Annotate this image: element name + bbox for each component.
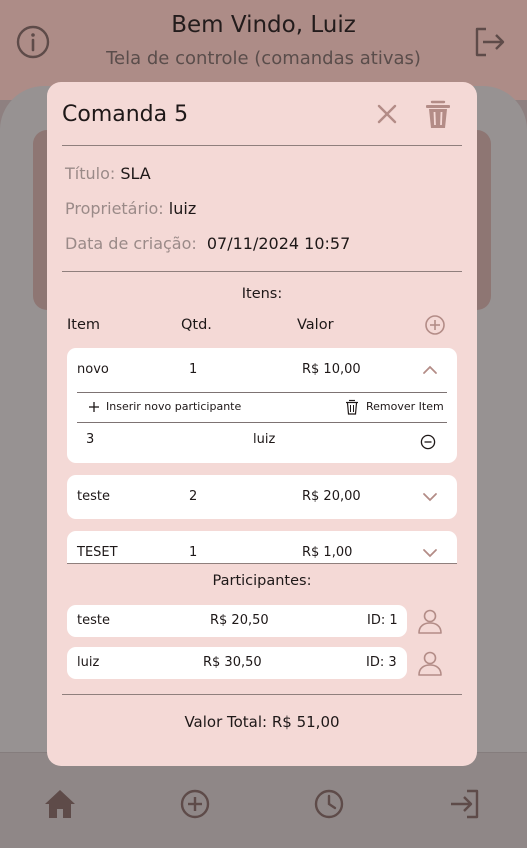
page-subtitle: Tela de controle (comandas ativas) xyxy=(106,48,421,69)
info-data-value: 07/11/2024 10:57 xyxy=(206,234,351,253)
login-icon[interactable] xyxy=(446,786,482,822)
minus-circle-icon[interactable] xyxy=(420,434,436,450)
info-proprietario-value: luiz xyxy=(168,199,197,218)
participant-id: ID: 1 xyxy=(367,613,398,628)
item-qtd: 2 xyxy=(189,489,198,504)
divider xyxy=(62,145,462,146)
participant-valor: R$ 20,50 xyxy=(210,613,269,628)
participant-name: teste xyxy=(77,613,110,628)
item-card[interactable]: teste 2 R$ 20,00 xyxy=(67,475,457,519)
participant-row: teste R$ 20,50 ID: 1 xyxy=(67,605,407,637)
home-icon[interactable] xyxy=(42,786,78,822)
history-icon[interactable] xyxy=(311,786,347,822)
chevron-up-icon[interactable] xyxy=(421,361,439,379)
info-data: Data de criação: 07/11/2024 10:57 xyxy=(65,234,350,253)
add-item-icon[interactable] xyxy=(424,314,446,336)
item-valor: R$ 10,00 xyxy=(302,362,361,377)
item-qtd: 1 xyxy=(189,545,198,560)
remove-item-button[interactable]: Remover Item xyxy=(366,400,444,413)
divider xyxy=(62,271,462,272)
item-name: TESET xyxy=(77,545,118,560)
total-value: Valor Total: R$ 51,00 xyxy=(184,713,340,731)
item-qtd: 1 xyxy=(189,362,198,377)
info-data-label: Data de criação: xyxy=(65,234,197,253)
divider xyxy=(62,694,462,695)
close-icon[interactable] xyxy=(373,100,401,128)
participant-name: luiz xyxy=(77,655,100,670)
participant-id: ID: 3 xyxy=(366,655,397,670)
participant-row: luiz R$ 30,50 ID: 3 xyxy=(67,647,407,679)
item-valor: R$ 1,00 xyxy=(302,545,353,560)
participant-valor: R$ 30,50 xyxy=(203,655,262,670)
plus-icon[interactable] xyxy=(87,400,101,414)
item-card-expanded[interactable]: novo 1 R$ 10,00 Inserir novo participant… xyxy=(67,348,457,463)
add-circle-nav-icon[interactable] xyxy=(177,786,213,822)
chevron-down-icon[interactable] xyxy=(421,544,439,562)
trash-icon[interactable] xyxy=(423,98,453,130)
chevron-down-icon[interactable] xyxy=(421,488,439,506)
info-icon[interactable] xyxy=(15,24,51,60)
person-icon[interactable] xyxy=(417,608,443,634)
items-list: novo 1 R$ 10,00 Inserir novo participant… xyxy=(67,340,457,564)
logout-icon[interactable] xyxy=(471,24,507,60)
info-titulo: Título: SLA xyxy=(65,164,151,183)
item-valor: R$ 20,00 xyxy=(302,489,361,504)
trash-small-icon[interactable] xyxy=(345,399,359,415)
col-header-qtd: Qtd. xyxy=(181,317,212,333)
item-divider xyxy=(77,422,447,423)
add-participant-button[interactable]: Inserir novo participante xyxy=(106,400,241,413)
info-proprietario-label: Proprietário: xyxy=(65,199,164,218)
item-name: teste xyxy=(77,489,110,504)
col-header-item: Item xyxy=(67,317,101,333)
item-participant-id: 3 xyxy=(86,432,95,447)
page-title: Bem Vindo, Luiz xyxy=(171,12,356,38)
participants-heading: Participantes: xyxy=(212,573,312,589)
comanda-modal: Comanda 5 Título: SLA Proprietário: luiz… xyxy=(47,82,477,766)
info-titulo-label: Título: xyxy=(65,164,116,183)
info-titulo-value: SLA xyxy=(120,164,151,183)
item-participant-name: luiz xyxy=(253,432,276,447)
col-header-valor: Valor xyxy=(297,317,334,333)
info-proprietario: Proprietário: luiz xyxy=(65,199,196,218)
item-card[interactable]: TESET 1 R$ 1,00 xyxy=(67,531,457,563)
items-heading: Itens: xyxy=(241,286,283,302)
item-divider xyxy=(77,392,447,393)
person-icon[interactable] xyxy=(417,650,443,676)
item-name: novo xyxy=(77,362,109,377)
modal-title: Comanda 5 xyxy=(62,102,189,127)
